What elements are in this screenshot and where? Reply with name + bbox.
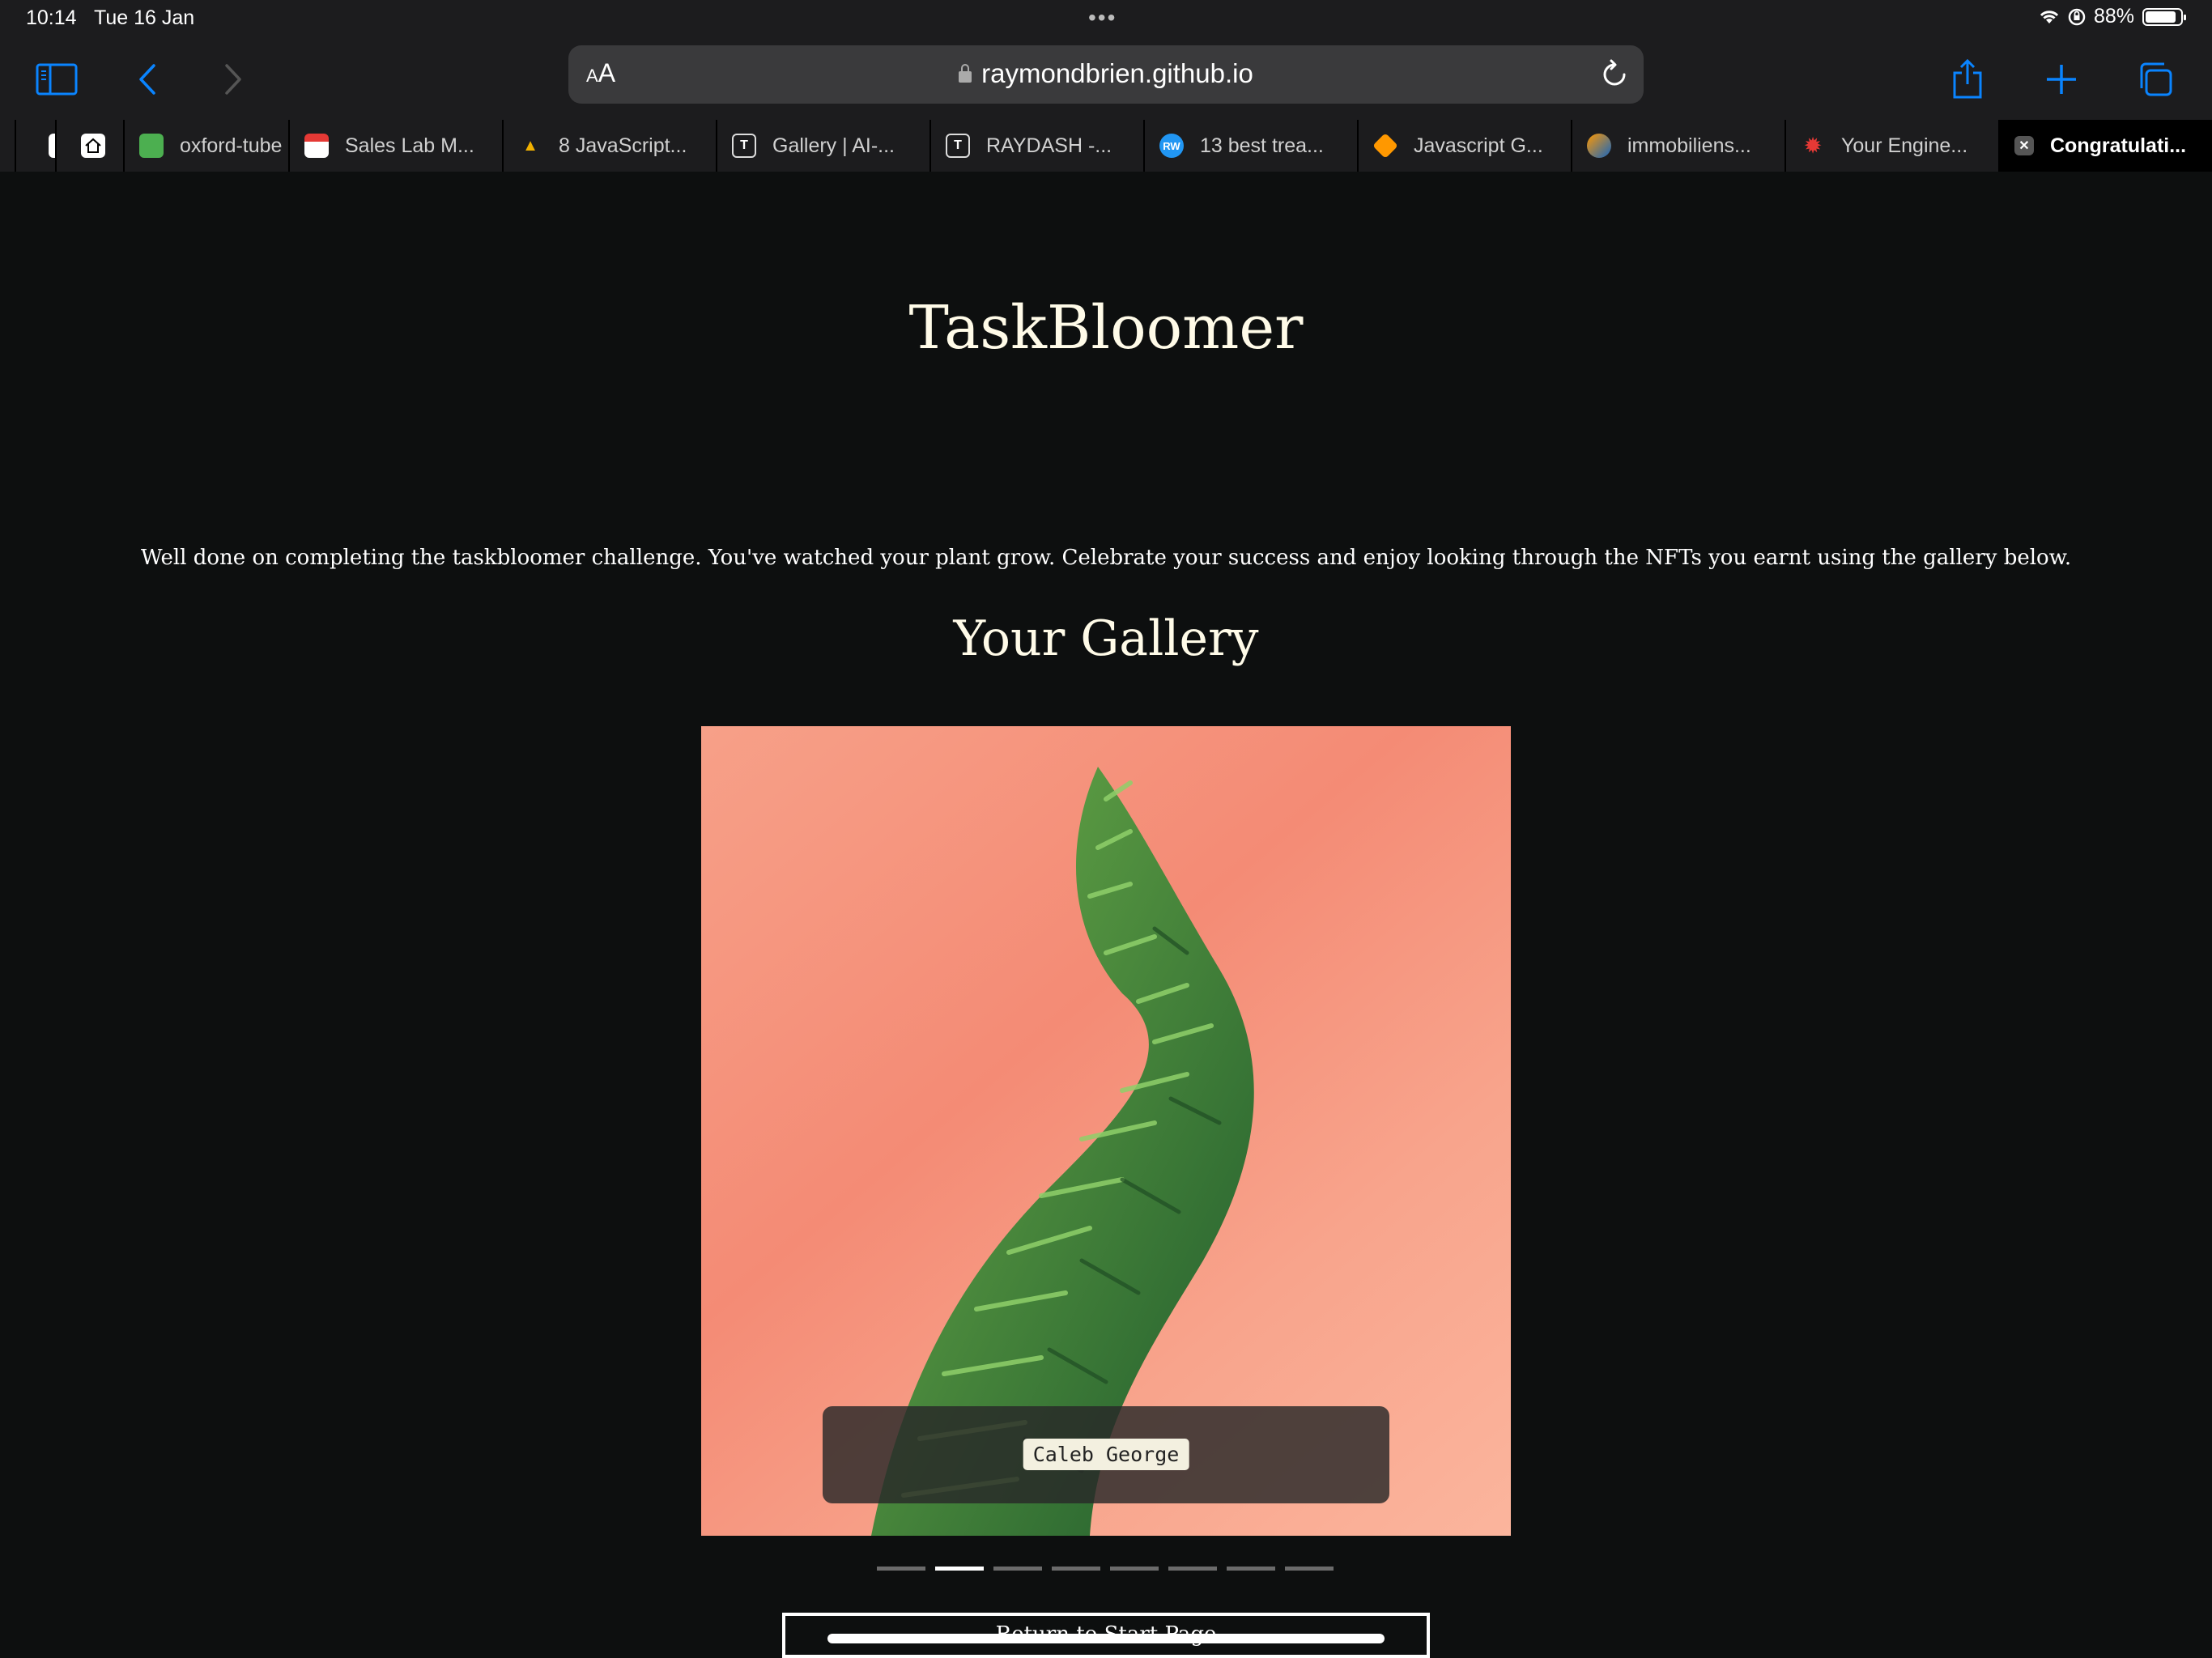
photographer-name: Caleb George xyxy=(1023,1439,1189,1470)
gallery-title: Your Gallery xyxy=(953,610,1259,667)
sales-lab-icon xyxy=(304,134,329,158)
page-content: TaskBloomer Well done on completing the … xyxy=(0,172,2212,1658)
tab-label: Javascript G... xyxy=(1414,134,1543,157)
gallery-slide[interactable]: Caleb George xyxy=(701,726,1511,1536)
graduation-cap-icon: ▲ xyxy=(522,136,538,155)
status-time: 10:14 xyxy=(26,6,77,29)
chevron-left-icon xyxy=(139,64,155,95)
tab-6[interactable]: T RAYDASH -... xyxy=(929,120,1143,172)
tab-bar: oxford-tube Sales Lab M... ▲ 8 JavaScrip… xyxy=(0,120,2212,172)
diamond-icon xyxy=(1372,133,1398,159)
chevron-right-icon xyxy=(225,64,241,95)
tab-label: Congratulati... xyxy=(2050,134,2187,157)
carousel-indicator-6[interactable] xyxy=(1168,1567,1217,1571)
sidebar-button[interactable] xyxy=(31,53,83,105)
tab-overview-button[interactable] xyxy=(2129,53,2181,105)
tab-7[interactable]: RW 13 best trea... xyxy=(1143,120,1357,172)
share-button[interactable] xyxy=(1942,53,1993,105)
tab-5[interactable]: T Gallery | AI-... xyxy=(716,120,929,172)
carousel-indicators xyxy=(877,1567,1334,1571)
carousel-indicator-2[interactable] xyxy=(935,1567,984,1571)
gear-icon: ✹ xyxy=(1804,134,1822,157)
reload-button[interactable] xyxy=(1600,58,1629,93)
tab-11-active[interactable]: ✕ Congratulati... xyxy=(1998,120,2212,172)
forward-button[interactable] xyxy=(207,53,259,105)
site-title: TaskBloomer xyxy=(908,293,1304,363)
tab-0[interactable] xyxy=(15,120,55,172)
tab-label: Your Engine... xyxy=(1841,134,1968,157)
t-icon: T xyxy=(946,134,970,158)
tab-label: 13 best trea... xyxy=(1200,134,1324,157)
sidebar-icon xyxy=(36,63,78,96)
status-bar: 10:14 Tue 16 Jan ••• 88% xyxy=(0,0,2212,39)
tab-10[interactable]: ✹ Your Engine... xyxy=(1784,120,1998,172)
t-icon: T xyxy=(732,134,756,158)
url-text: raymondbrien.github.io xyxy=(981,58,1253,88)
tab-label: immobiliens... xyxy=(1627,134,1751,157)
status-date: Tue 16 Jan xyxy=(94,6,195,29)
back-button[interactable] xyxy=(121,53,173,105)
swirl-icon xyxy=(1587,134,1611,158)
tab-3[interactable]: Sales Lab M... xyxy=(288,120,502,172)
carousel-indicator-1[interactable] xyxy=(877,1567,925,1571)
browser-toolbar: AA raymondbrien.github.io xyxy=(0,39,2212,120)
rw-icon: RW xyxy=(1159,134,1184,158)
address-bar[interactable]: AA raymondbrien.github.io xyxy=(568,45,1644,104)
close-icon[interactable]: ✕ xyxy=(2014,136,2034,155)
carousel-indicator-4[interactable] xyxy=(1052,1567,1100,1571)
tab-9[interactable]: immobiliens... xyxy=(1571,120,1784,172)
generic-tab-icon xyxy=(49,134,55,158)
home-icon xyxy=(81,134,105,158)
tab-label: Sales Lab M... xyxy=(345,134,474,157)
slide-caption: Caleb George xyxy=(823,1406,1389,1503)
carousel-indicator-7[interactable] xyxy=(1227,1567,1275,1571)
battery-icon xyxy=(2142,7,2186,26)
home-indicator[interactable] xyxy=(827,1634,1385,1643)
tab-1[interactable] xyxy=(55,120,123,172)
tab-label: RAYDASH -... xyxy=(986,134,1112,157)
multitasking-dots[interactable]: ••• xyxy=(1088,5,1117,31)
tabs-icon xyxy=(2140,62,2172,96)
carousel-indicator-8[interactable] xyxy=(1285,1567,1334,1571)
lock-icon xyxy=(959,64,972,83)
carousel-indicator-3[interactable] xyxy=(993,1567,1042,1571)
battery-percentage: 88% xyxy=(2093,5,2134,28)
tube-icon xyxy=(139,134,164,158)
wifi-icon xyxy=(2040,10,2059,23)
congratulation-message: Well done on completing the taskbloomer … xyxy=(140,546,2072,570)
tab-label: 8 JavaScript... xyxy=(559,134,687,157)
orientation-lock-icon xyxy=(2068,8,2086,25)
carousel-indicator-5[interactable] xyxy=(1110,1567,1159,1571)
plus-icon xyxy=(2047,65,2076,94)
tab-8[interactable]: Javascript G... xyxy=(1357,120,1571,172)
new-tab-button[interactable] xyxy=(2035,53,2087,105)
tab-2[interactable]: oxford-tube xyxy=(123,120,288,172)
tab-label: Gallery | AI-... xyxy=(772,134,895,157)
reload-icon xyxy=(1603,59,1626,86)
tab-4[interactable]: ▲ 8 JavaScript... xyxy=(502,120,716,172)
share-icon xyxy=(1953,58,1982,99)
url-display[interactable]: raymondbrien.github.io xyxy=(568,58,1644,89)
tab-label: oxford-tube xyxy=(180,134,283,157)
